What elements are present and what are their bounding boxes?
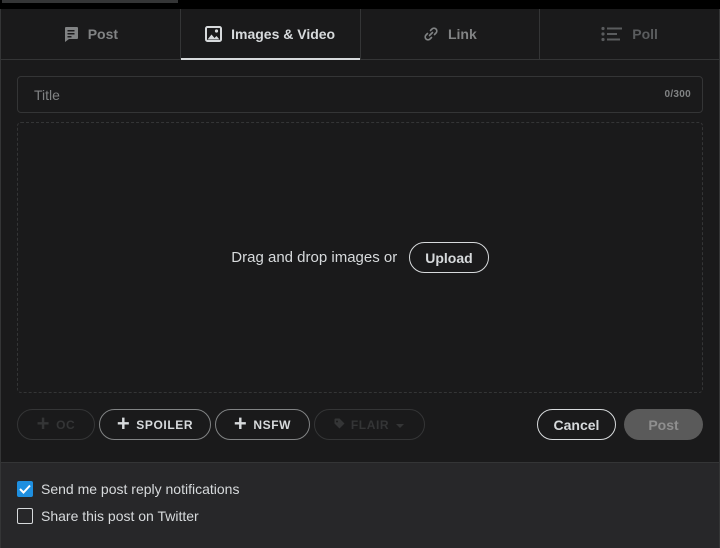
tab-post[interactable]: Post [1, 9, 181, 59]
post-type-tabs: Post Images & Video Link Poll [1, 9, 719, 60]
chevron-down-icon [395, 418, 405, 432]
spoiler-tag-button[interactable]: + SPOILER [99, 409, 211, 440]
post-options-footer: Send me post reply notifications Share t… [1, 462, 719, 548]
checkmark-icon [19, 484, 31, 494]
post-icon [63, 26, 79, 42]
flair-label: FLAIR [350, 417, 390, 432]
upload-button[interactable]: Upload [409, 242, 489, 273]
share-twitter-checkbox[interactable] [17, 508, 33, 524]
title-field: 0/300 [17, 76, 703, 113]
top-strip-bar [2, 0, 178, 3]
tab-link[interactable]: Link [361, 9, 541, 59]
plus-icon: + [116, 410, 131, 436]
link-icon [423, 26, 439, 42]
nsfw-tag-label: NSFW [253, 417, 292, 432]
reply-notifications-checkbox[interactable] [17, 481, 33, 497]
oc-tag-label: OC [56, 417, 76, 432]
poll-icon [601, 26, 623, 42]
nsfw-tag-button[interactable]: + NSFW [215, 409, 310, 440]
media-dropzone[interactable]: Drag and drop images or Upload [17, 122, 703, 393]
share-twitter-option[interactable]: Share this post on Twitter [17, 508, 199, 524]
reply-notifications-label: Send me post reply notifications [41, 481, 240, 497]
spoiler-tag-label: SPOILER [136, 417, 194, 432]
post-button[interactable]: Post [624, 409, 703, 440]
title-input[interactable] [18, 77, 638, 112]
tab-link-label: Link [447, 26, 477, 42]
title-char-counter: 0/300 [664, 89, 691, 100]
image-icon [205, 26, 223, 42]
tab-poll[interactable]: Poll [540, 9, 719, 59]
flair-button[interactable]: FLAIR [314, 409, 425, 440]
reply-notifications-option[interactable]: Send me post reply notifications [17, 481, 239, 497]
dropzone-text: Drag and drop images or [231, 249, 398, 266]
tab-images-video[interactable]: Images & Video [180, 9, 361, 60]
tag-icon [334, 418, 345, 432]
tab-poll-label: Poll [632, 26, 658, 42]
plus-icon: + [233, 410, 248, 436]
oc-tag-button[interactable]: + OC [17, 409, 95, 440]
share-twitter-label: Share this post on Twitter [41, 508, 199, 524]
cancel-button[interactable]: Cancel [537, 409, 616, 440]
tab-images-video-label: Images & Video [231, 26, 336, 42]
plus-icon: + [36, 410, 51, 436]
create-post-panel: Post Images & Video Link Poll 0/300 Drag… [0, 9, 720, 548]
top-strip [0, 0, 720, 9]
tab-post-label: Post [87, 26, 119, 42]
